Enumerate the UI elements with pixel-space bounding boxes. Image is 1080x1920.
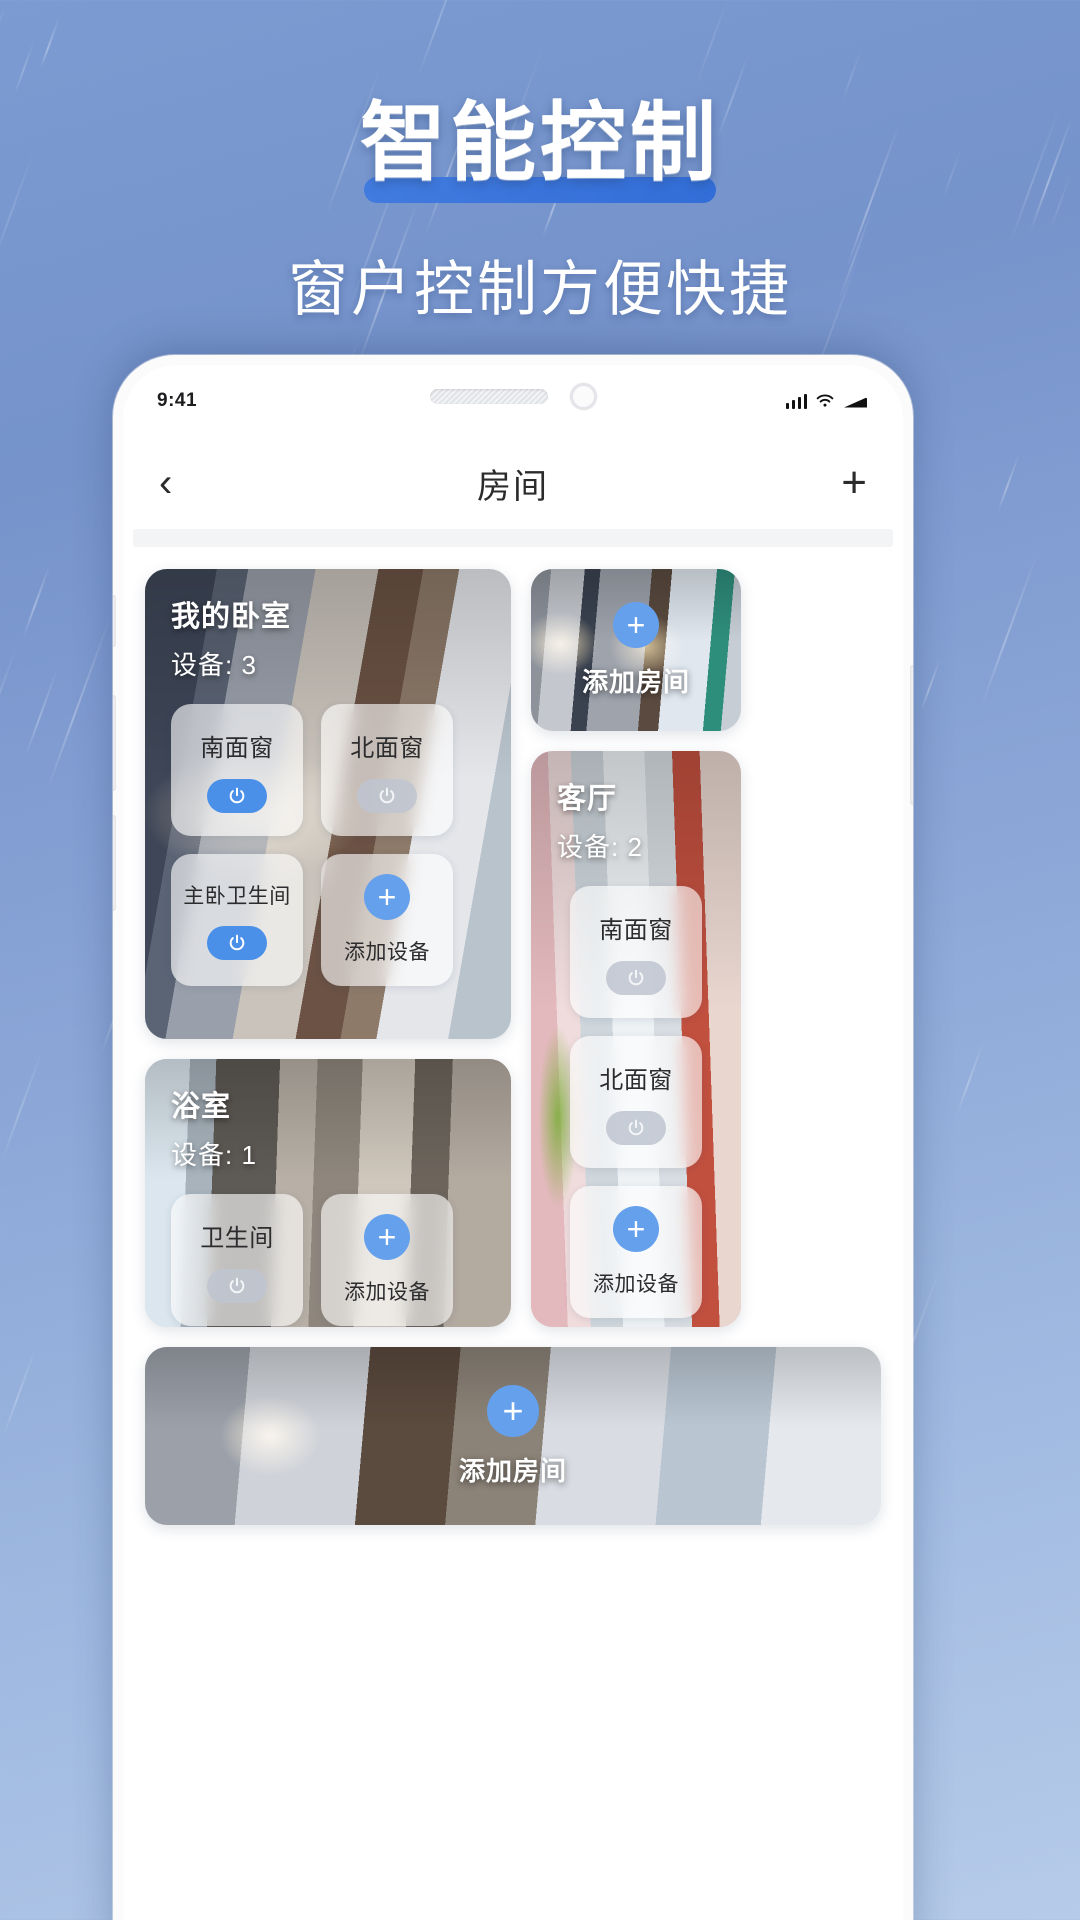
- power-icon: [379, 787, 395, 803]
- device-tile-list: 南面窗 北面窗: [145, 688, 511, 1012]
- add-device-tile[interactable]: + 添加设备: [570, 1186, 702, 1318]
- add-room-card-top[interactable]: + 添加房间: [531, 569, 741, 731]
- device-tile-label: 南面窗: [200, 734, 274, 762]
- rooms-grid: 我的卧室 设备: 3 南面窗 北面窗 主卧卫生间 + 添加设备 浴室 设备: 1…: [145, 569, 881, 1327]
- add-device-label: 添加设备: [344, 941, 430, 964]
- hero-banner: 智能控制 窗户控制方便快捷: [0, 0, 1080, 328]
- photo-overlay: [531, 569, 741, 731]
- device-tile-south-window[interactable]: 南面窗: [171, 704, 303, 836]
- room-card-living-room[interactable]: 客厅 设备: 2 南面窗 北面窗 + 添加设备: [531, 751, 741, 1327]
- room-header: 我的卧室 设备: 3: [145, 569, 511, 688]
- hero-title: 智能控制: [360, 72, 720, 203]
- power-toggle-off[interactable]: [606, 960, 666, 995]
- room-header: 浴室 设备: 1: [145, 1059, 511, 1178]
- device-tile-list: 南面窗 北面窗: [531, 870, 741, 1327]
- plus-icon: +: [364, 874, 410, 920]
- add-device-tile[interactable]: + 添加设备: [321, 1194, 453, 1326]
- device-tile-list: 卫生间 + 添加设备: [145, 1178, 511, 1327]
- phone-button-power[interactable]: [910, 665, 913, 805]
- device-tile-label: 南面窗: [599, 916, 673, 944]
- plus-icon: +: [364, 1214, 410, 1260]
- add-room-label: 添加房间: [458, 1455, 567, 1486]
- add-device-tile[interactable]: + 添加设备: [321, 854, 453, 986]
- speaker-grille-icon: [429, 389, 548, 404]
- device-tile-north-window[interactable]: 北面窗: [570, 1036, 702, 1168]
- power-icon: [229, 787, 245, 803]
- add-device-label: 添加设备: [344, 1281, 430, 1304]
- add-room-label: 添加房间: [581, 666, 690, 697]
- device-tile-north-window[interactable]: 北面窗: [321, 704, 453, 836]
- rooms-scroll-area[interactable]: 我的卧室 设备: 3 南面窗 北面窗 主卧卫生间 + 添加设备 浴室 设备: 1…: [123, 547, 903, 1525]
- phone-button-volume-up[interactable]: [113, 695, 116, 791]
- power-toggle-off[interactable]: [207, 1268, 267, 1303]
- room-header: 客厅 设备: 2: [531, 751, 741, 870]
- phone-notch: [123, 383, 903, 410]
- device-tile-bathroom[interactable]: 卫生间: [171, 1194, 303, 1326]
- add-device-label: 添加设备: [593, 1273, 679, 1296]
- plus-icon: +: [613, 601, 659, 648]
- device-tile-south-window[interactable]: 南面窗: [570, 886, 702, 1018]
- power-icon: [229, 934, 245, 951]
- phone-mockup: 9:41 ‹ 房间 + 我的卧室 设备: 3 南面窗 北面窗 主卧卫生间 + 添…: [113, 355, 913, 1920]
- room-device-count: 设备: 3: [171, 650, 257, 680]
- room-device-count: 设备: 2: [557, 832, 643, 862]
- power-toggle-off[interactable]: [606, 1110, 666, 1145]
- power-toggle-off[interactable]: [357, 778, 417, 813]
- hero-subtitle: 窗户控制方便快捷: [288, 256, 792, 323]
- device-tile-label: 主卧卫生间: [183, 885, 291, 908]
- room-device-count: 设备: 1: [171, 1140, 257, 1170]
- room-card-bathroom[interactable]: 浴室 设备: 1 卫生间 + 添加设备: [145, 1059, 511, 1327]
- device-tile-label: 北面窗: [599, 1066, 673, 1094]
- phone-screen: 9:41 ‹ 房间 + 我的卧室 设备: 3 南面窗 北面窗 主卧卫生间 + 添…: [123, 365, 903, 1920]
- plus-icon: +: [613, 1206, 659, 1252]
- plus-icon: +: [487, 1384, 539, 1437]
- room-name: 客厅: [557, 783, 618, 815]
- room-name: 浴室: [171, 1091, 232, 1123]
- device-tile-label: 北面窗: [350, 734, 424, 762]
- add-room-card-bottom[interactable]: + 添加房间: [145, 1347, 881, 1525]
- room-name: 我的卧室: [171, 601, 292, 633]
- navbar-divider: [133, 529, 893, 547]
- power-icon: [628, 1119, 644, 1135]
- power-toggle-on[interactable]: [207, 778, 267, 813]
- power-icon: [229, 1277, 245, 1293]
- page-title: 房间: [477, 467, 549, 506]
- rooms-column-left: 我的卧室 设备: 3 南面窗 北面窗 主卧卫生间 + 添加设备 浴室 设备: 1…: [145, 569, 511, 1327]
- device-tile-master-bathroom[interactable]: 主卧卫生间: [171, 854, 303, 986]
- rooms-column-right: + 添加房间 客厅 设备: 2 南面窗 北面窗 + 添加设备: [531, 569, 741, 1327]
- status-bar: 9:41: [123, 365, 903, 437]
- power-icon: [628, 969, 644, 985]
- power-toggle-on[interactable]: [207, 926, 267, 960]
- phone-button-mute[interactable]: [113, 595, 116, 647]
- front-camera-icon: [569, 383, 597, 410]
- device-tile-label: 卫生间: [200, 1224, 274, 1252]
- app-navbar: ‹ 房间 +: [123, 437, 903, 529]
- hero-title-text: 智能控制: [360, 95, 720, 191]
- phone-button-volume-down[interactable]: [113, 815, 116, 911]
- room-card-my-bedroom[interactable]: 我的卧室 设备: 3 南面窗 北面窗 主卧卫生间 + 添加设备: [145, 569, 511, 1039]
